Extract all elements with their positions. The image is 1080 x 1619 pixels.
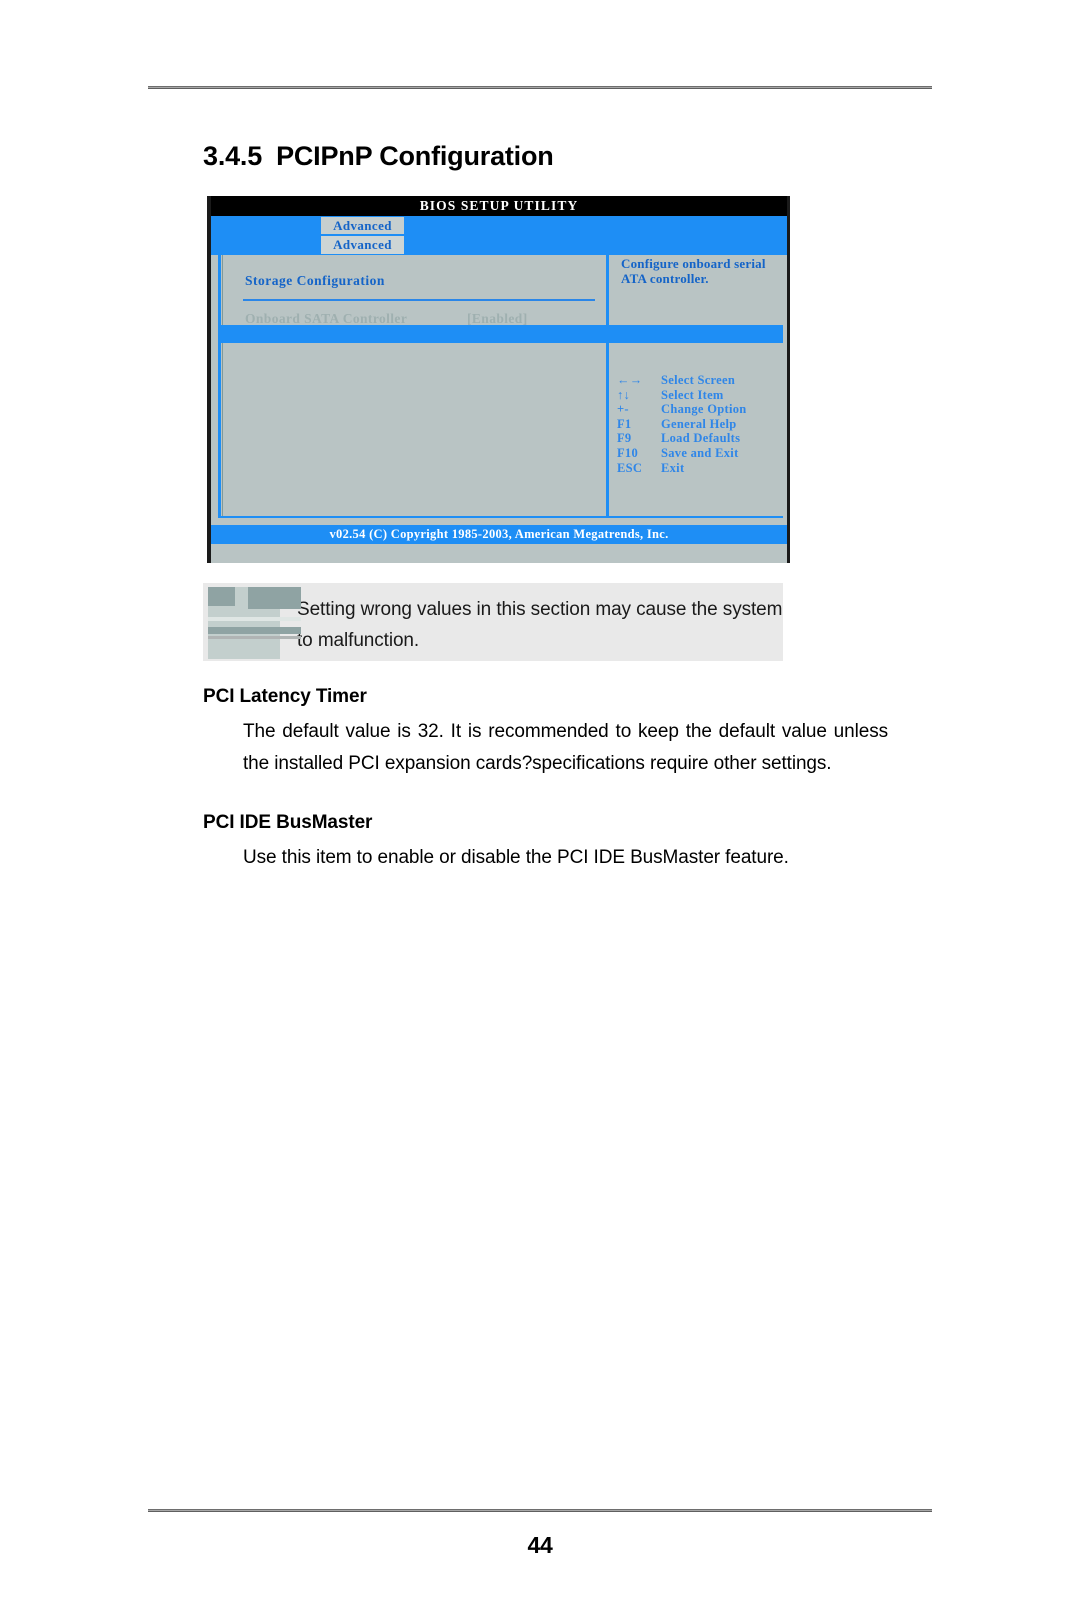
storage-heading-underline [243, 299, 595, 301]
key-legend-row: F9 Load Defaults [617, 431, 747, 446]
note-text: Setting wrong values in this section may… [297, 599, 783, 651]
key-legend-row: +- Change Option [617, 402, 747, 417]
note-icon-block [248, 587, 301, 609]
page-title: 3.4.5 PCIPnP Configuration [203, 141, 554, 172]
heading-pci-latency-timer: PCI Latency Timer [203, 686, 367, 707]
key-action: Select Item [661, 387, 724, 402]
key-label: F1 [617, 416, 632, 431]
key-label: ESC [617, 460, 643, 475]
note-callout: Setting wrong values in this section may… [203, 583, 783, 661]
key-legend-row: F1 General Help [617, 417, 747, 432]
bios-settings-pane: Storage Configuration Onboard SATA Contr… [218, 255, 606, 518]
page-number: 44 [527, 1532, 553, 1558]
key-label: F9 [617, 431, 632, 446]
key-label: ↑↓ [617, 387, 631, 402]
note-icon-block [208, 627, 301, 634]
section-number: 3.4.5 [203, 141, 263, 171]
key-legend-row: ↑↓ Select Item [617, 388, 747, 403]
key-action: Load Defaults [661, 431, 741, 446]
tab-advanced-active[interactable]: Advanced [321, 236, 404, 254]
key-legend-row: ESC Exit [617, 461, 747, 476]
bios-copyright-bar: v02.54 (C) Copyright 1985-2003, American… [211, 525, 787, 544]
bios-footer-gap [211, 518, 787, 525]
note-icon-block [208, 617, 301, 621]
key-action: Change Option [661, 402, 747, 417]
bios-key-legend: ←→ Select Screen ↑↓ Select Item +- Chang… [617, 373, 747, 475]
note-icon [208, 587, 301, 659]
bios-help-pane: Configure onboard serial ATA controller.… [606, 255, 783, 518]
bios-help-text: Configure onboard serial ATA controller. [621, 256, 766, 286]
note-icon-block [208, 636, 301, 639]
bios-setting-label: Onboard SATA Controller [245, 311, 408, 326]
bios-menu-bar: Advanced [211, 216, 787, 236]
bios-body: Storage Configuration Onboard SATA Contr… [211, 255, 787, 544]
storage-configuration-heading: Storage Configuration [245, 273, 385, 288]
key-action: Exit [661, 460, 685, 475]
note-icon-block [208, 587, 235, 606]
section-title: PCIPnP Configuration [276, 141, 554, 171]
key-label: F10 [617, 445, 639, 460]
paragraph-pci-ide-busmaster: Use this item to enable or disable the P… [243, 847, 789, 868]
paragraph-pci-latency-timer: The default value is 32. It is recommend… [243, 721, 888, 774]
key-legend-row: ←→ Select Screen [617, 373, 747, 388]
heading-pci-ide-busmaster: PCI IDE BusMaster [203, 812, 373, 833]
footer-rule [148, 1509, 932, 1512]
bios-title-text: BIOS SETUP UTILITY [419, 198, 579, 213]
bios-screenshot: BIOS SETUP UTILITY Advanced Advanced Sto… [207, 196, 790, 563]
bios-submenu-bar: Advanced [211, 236, 787, 255]
key-legend-row: F10 Save and Exit [617, 446, 747, 461]
key-action: General Help [661, 416, 737, 431]
key-label: +- [617, 402, 629, 417]
tab-advanced[interactable]: Advanced [321, 217, 404, 234]
key-action: Select Screen [661, 373, 736, 387]
key-label: ←→ [617, 373, 643, 387]
bios-title-bar: BIOS SETUP UTILITY [211, 196, 787, 216]
header-rule [148, 86, 932, 89]
key-action: Save and Exit [661, 445, 739, 460]
bios-settings-pane-inner [222, 255, 606, 518]
bios-selection-highlight [218, 325, 783, 343]
bios-copyright-text: v02.54 (C) Copyright 1985-2003, American… [329, 527, 669, 541]
